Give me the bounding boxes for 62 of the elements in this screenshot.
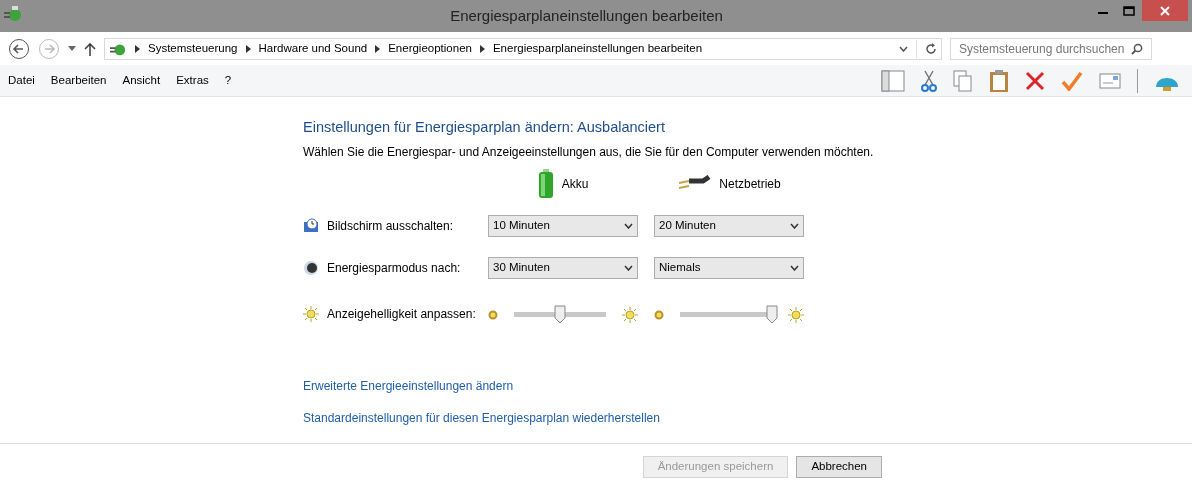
sun-icon bbox=[788, 307, 804, 324]
chevron-icon bbox=[375, 45, 381, 54]
envelope-icon[interactable] bbox=[1099, 72, 1121, 89]
chevron-icon bbox=[479, 45, 485, 54]
setting-label: Bildschirm ausschalten: bbox=[327, 217, 454, 235]
menu-item[interactable]: Bearbeiten bbox=[50, 71, 107, 90]
breadcrumb[interactable]: Hardware und Sound bbox=[258, 39, 368, 58]
slider-thumb[interactable] bbox=[766, 305, 778, 325]
caret-icon bbox=[624, 222, 633, 229]
chevron-icon bbox=[245, 45, 251, 54]
checkmark-icon[interactable] bbox=[1061, 70, 1083, 91]
dropdown[interactable]: 30 Minuten bbox=[488, 256, 638, 279]
layout-icon[interactable] bbox=[881, 69, 905, 92]
menu-item[interactable]: ? bbox=[224, 71, 232, 90]
scissors-icon[interactable] bbox=[921, 69, 937, 92]
caret-icon bbox=[624, 264, 633, 271]
monitor-clock-icon bbox=[303, 217, 319, 234]
copy-icon[interactable] bbox=[953, 69, 973, 92]
address-bar[interactable]: Systemsteuerung Hardware und Sound Energieoptionen Energiesparplaneinstellungen bearbeiten bbox=[104, 37, 942, 60]
refresh-icon[interactable] bbox=[925, 43, 937, 56]
menu-item[interactable]: Extras bbox=[176, 71, 209, 90]
window-title: Energiesparplaneinstellungen bearbeiten bbox=[449, 6, 724, 26]
back-icon[interactable] bbox=[8, 37, 30, 60]
link[interactable]: Standardeinstellungen für diesen Energiesparplan wiederherstellen bbox=[303, 410, 660, 425]
forward-icon[interactable] bbox=[38, 37, 60, 60]
column-header: Netzbetrieb bbox=[719, 175, 781, 193]
clipboard-icon[interactable] bbox=[989, 68, 1009, 93]
cancel-button[interactable]: Abbrechen bbox=[796, 455, 882, 478]
setting-label: Anzeigehelligkeit anpassen: bbox=[327, 305, 476, 323]
slider-thumb[interactable] bbox=[554, 305, 566, 325]
plug-app-icon bbox=[3, 5, 23, 23]
moon-icon bbox=[303, 259, 319, 276]
sun-icon bbox=[622, 307, 638, 324]
search-icon bbox=[1131, 42, 1143, 55]
menu-item[interactable]: Ansicht bbox=[122, 71, 161, 90]
maximize-icon bbox=[1123, 6, 1135, 17]
battery-icon bbox=[537, 168, 554, 199]
column-header: Akku bbox=[561, 175, 589, 193]
page-heading: Einstellungen für Energiesparplan ändern: Ausbalanciert bbox=[303, 118, 666, 137]
dropdown[interactable]: 20 Minuten bbox=[654, 214, 804, 237]
menu-item[interactable]: Datei bbox=[8, 71, 35, 90]
close-icon bbox=[1160, 6, 1170, 17]
breadcrumb[interactable]: Energiesparplaneinstellungen bearbeiten bbox=[492, 39, 703, 58]
close-button[interactable] bbox=[1142, 0, 1188, 21]
chevron-icon bbox=[135, 45, 140, 54]
delete-icon[interactable] bbox=[1025, 70, 1045, 91]
dropdown[interactable]: Niemals bbox=[654, 256, 804, 279]
setting-label: Energiesparmodus nach: bbox=[327, 259, 461, 277]
caret-icon bbox=[790, 264, 799, 271]
up-arrow-icon[interactable] bbox=[84, 41, 96, 56]
dropdown-icon[interactable] bbox=[68, 46, 76, 51]
sun-icon bbox=[303, 305, 319, 322]
dropdown[interactable]: 10 Minuten bbox=[488, 214, 638, 237]
description-text: Wählen Sie die Energiespar- und Anzeigeeinstellungen aus, die Sie für den Computer verwenden möchten. bbox=[303, 143, 875, 161]
link[interactable]: Erweiterte Energieeinstellungen ändern bbox=[303, 378, 514, 393]
dim-icon bbox=[488, 310, 498, 321]
chevron-down-icon[interactable] bbox=[899, 46, 908, 53]
breadcrumb[interactable]: Energieoptionen bbox=[388, 39, 472, 58]
search-field[interactable]: Systemsteuerung durchsuchen bbox=[950, 37, 1152, 60]
dim-icon bbox=[654, 310, 664, 321]
caret-icon bbox=[790, 222, 799, 229]
breadcrumb[interactable]: Systemsteuerung bbox=[148, 39, 238, 58]
